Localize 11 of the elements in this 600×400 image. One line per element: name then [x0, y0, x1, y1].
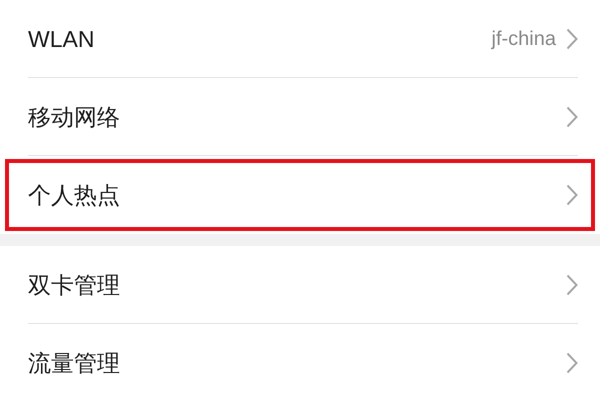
row-label: 个人热点 [28, 180, 121, 210]
row-label: 双卡管理 [28, 270, 121, 300]
row-value: jf-china [492, 27, 556, 52]
chevron-icon [566, 274, 578, 296]
chevron-icon [566, 28, 578, 50]
chevron-icon [566, 184, 578, 206]
chevron-icon [566, 106, 578, 128]
row-label: 移动网络 [28, 102, 121, 132]
chevron-icon [566, 352, 578, 374]
row-label: 流量管理 [28, 348, 121, 378]
row-label: WLAN [28, 24, 96, 54]
